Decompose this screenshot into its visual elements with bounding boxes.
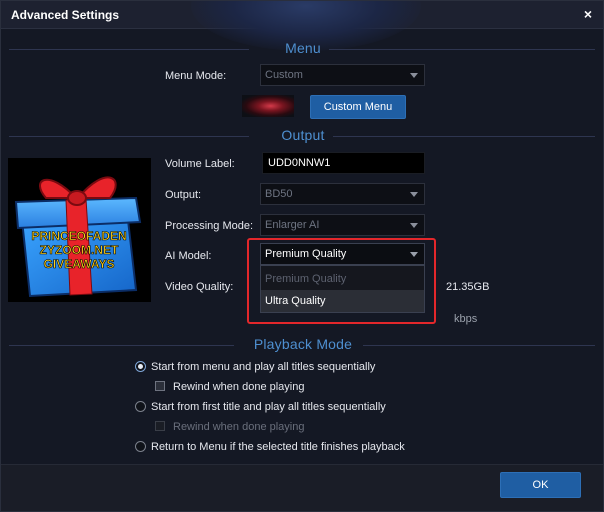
playback-section-header: Playback Mode	[1, 335, 603, 355]
menu-mode-value: Custom	[265, 69, 303, 81]
promo-line-1: PRINCEOFADEN	[31, 229, 126, 243]
bitrate-unit: kbps	[454, 313, 478, 325]
checkbox-rewind-first-title[interactable]	[155, 421, 165, 431]
option-start-from-menu-label: Start from menu and play all titles sequ…	[151, 361, 376, 373]
promo-line-2: ZYZOOM.NET	[40, 243, 119, 257]
processing-mode-select[interactable]: Enlarger AI	[260, 214, 425, 236]
radio-start-from-first-title[interactable]	[135, 401, 146, 412]
option-rewind-menu-label: Rewind when done playing	[173, 381, 305, 393]
option-rewind-first-title-label: Rewind when done playing	[173, 421, 305, 433]
dialog-footer: OK	[1, 464, 603, 511]
volume-label: Volume Label:	[165, 158, 235, 170]
menu-section-header: Menu	[1, 39, 603, 59]
dialog-title: Advanced Settings	[11, 8, 120, 22]
option-start-from-first-title-label: Start from first title and play all titl…	[151, 401, 386, 413]
output-select[interactable]: BD50	[260, 183, 425, 205]
chevron-down-icon	[410, 73, 418, 78]
processing-mode-label: Processing Mode:	[165, 220, 254, 232]
option-return-to-menu-label: Return to Menu if the selected title fin…	[151, 441, 405, 453]
volume-label-input[interactable]: UDD0NNW1	[262, 152, 425, 174]
promo-line-3: GIVEAWAYS	[44, 257, 115, 271]
highlight-box	[247, 238, 436, 324]
close-icon[interactable]: ×	[579, 5, 597, 23]
menu-thumbnail	[242, 95, 294, 117]
menu-heading: Menu	[285, 40, 321, 56]
radio-start-from-menu[interactable]	[135, 361, 146, 372]
menu-mode-label: Menu Mode:	[165, 70, 227, 82]
advanced-settings-dialog: Advanced Settings × Menu Menu Mode: Cust…	[0, 0, 604, 512]
menu-mode-select[interactable]: Custom	[260, 64, 425, 86]
output-heading: Output	[281, 127, 325, 143]
gift-illustration: PRINCEOFADEN ZYZOOM.NET GIVEAWAYS	[14, 176, 142, 298]
processing-mode-value: Enlarger AI	[265, 219, 320, 231]
output-value: BD50	[265, 188, 293, 200]
ok-button[interactable]: OK	[500, 472, 581, 498]
chevron-down-icon	[410, 223, 418, 228]
gift-icon: PRINCEOFADEN ZYZOOM.NET GIVEAWAYS	[8, 158, 151, 302]
custom-menu-button[interactable]: Custom Menu	[310, 95, 406, 119]
output-section-header: Output	[1, 126, 603, 146]
radio-return-to-menu[interactable]	[135, 441, 146, 452]
title-bar[interactable]: Advanced Settings ×	[1, 1, 603, 51]
checkbox-rewind-menu[interactable]	[155, 381, 165, 391]
output-label: Output:	[165, 189, 202, 201]
estimated-size: 21.35GB	[446, 281, 490, 293]
playback-heading: Playback Mode	[253, 336, 353, 352]
ai-model-label: AI Model:	[165, 250, 212, 262]
video-quality-label: Video Quality:	[165, 281, 234, 293]
chevron-down-icon	[410, 192, 418, 197]
